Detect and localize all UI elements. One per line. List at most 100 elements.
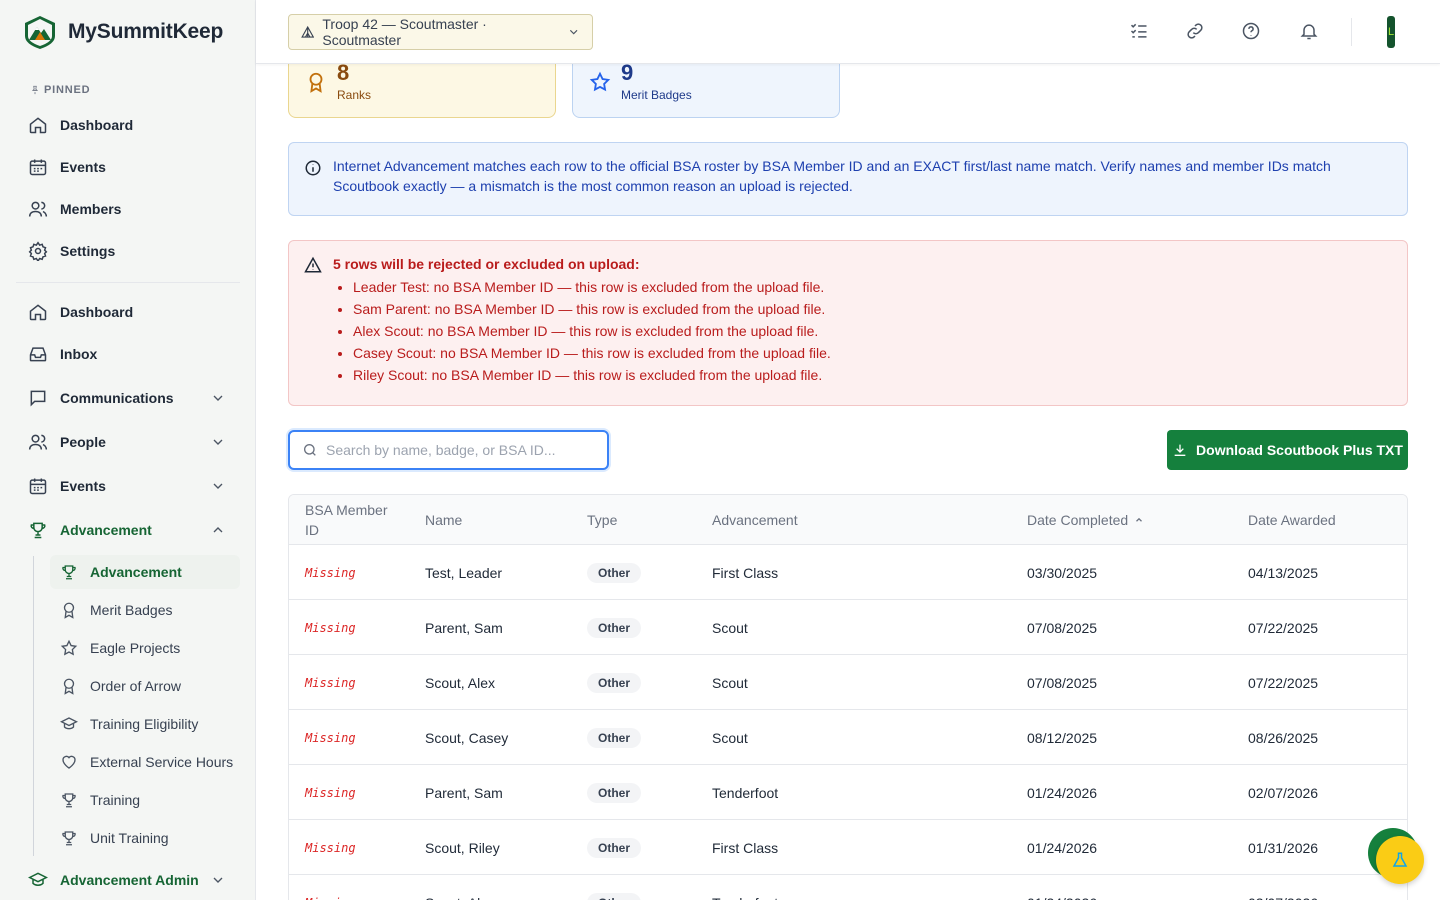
message-icon [28,388,48,408]
advancement-cell-text: First Class [712,839,779,856]
table-row[interactable]: Missing Scout, Alex Other Scout 07/08/2025 07… [289,655,1407,710]
trophy-icon [60,563,78,581]
advancement-cell: Scout [712,710,748,765]
col-advancement[interactable]: Advancement [712,495,798,545]
chevron-down-icon [213,395,223,401]
type-cell: Other [587,820,642,875]
graduation-cap-icon [28,870,48,890]
col-name[interactable]: Name [425,495,462,545]
avatar[interactable]: L [1387,16,1395,48]
table-header: BSA Member ID Name Type Advancement Date… [289,495,1407,545]
date-completed-cell-text: 07/08/2025 [1027,619,1098,636]
download-icon [1174,444,1186,456]
help-icon[interactable] [1240,20,1262,42]
subnav-eagle-projects[interactable]: Eagle Projects [50,631,240,665]
link-icon[interactable] [1184,20,1206,42]
col-date-completed[interactable]: Date Completed [1027,495,1144,545]
bell-icon[interactable] [1298,20,1320,42]
table-row[interactable]: Missing Parent, Sam Other Scout 07/08/2025 07… [289,600,1407,655]
calendar-icon [28,476,48,496]
table-row[interactable]: Missing Scout, Alex Other Tenderfoot 01/24/2… [289,875,1407,900]
date-completed-cell: 07/08/2025 [1027,600,1097,655]
brand[interactable]: MySummitKeep [22,14,223,50]
merit-badges-count: 9 [621,60,634,85]
advancement-cell-text: Scout [712,619,748,636]
trophy-icon [28,520,48,540]
advancement-cell: First Class [712,545,778,600]
advancement-cell-text: First Class [712,564,779,581]
subnav-training-eligibility[interactable]: Training Eligibility [50,707,240,741]
subnav-order-of-arrow[interactable]: Order of Arrow [50,669,240,703]
date-awarded-cell: 04/13/2025 [1248,545,1318,600]
col-bsa-member-id[interactable]: BSA Member ID [305,495,401,545]
sidebar-divider [16,282,240,283]
table-row[interactable]: Missing Parent, Sam Other Tenderfoot 01/24/2… [289,765,1407,820]
date-awarded-cell-text: 01/31/2026 [1248,839,1319,856]
feedback-fab-button[interactable] [1376,836,1424,884]
bsa-member-id-cell-text: Missing [305,840,356,855]
pinned-section-label: PINNED [30,84,90,96]
name-cell: Scout, Alex [425,875,495,900]
type-badge: Other [587,562,642,583]
table-row[interactable]: Missing Scout, Casey Other Scout 08/12/2025 0… [289,710,1407,765]
bsa-member-id-cell-text: Missing [305,896,356,900]
search-input[interactable] [326,442,596,458]
type-cell: Other [587,875,642,900]
nav-events[interactable]: Events [16,468,240,504]
advancement-cell: Scout [712,600,748,655]
subnav-training[interactable]: Training [50,783,240,817]
bsa-member-id-cell: Missing [305,655,356,710]
date-awarded-cell-text: 08/26/2025 [1248,729,1319,746]
advancement-cell-text: Tenderfoot [712,895,778,900]
warning-icon [304,256,322,273]
pinned-settings[interactable]: Settings [16,233,240,269]
pinned-members[interactable]: Members [16,191,240,227]
table-row[interactable]: Missing Scout, Riley Other First Class 01/24… [289,820,1407,875]
date-awarded-cell-text: 02/07/2026 [1248,895,1318,900]
sort-ascending-icon [1136,517,1143,522]
name-cell: Scout, Casey [425,710,508,765]
submenu-rail [33,556,34,856]
table-body: Missing Test, Leader Other First Class 03/30… [289,545,1407,900]
flask-icon [1392,852,1408,867]
rejection-title: 5 rows will be rejected or excluded on u… [333,256,640,272]
nav-inbox[interactable]: Inbox [16,336,240,372]
subnav-external-service-hours[interactable]: External Service Hours [50,745,240,779]
col-date-awarded[interactable]: Date Awarded [1248,495,1336,545]
nav-advancement-admin[interactable]: Advancement Admin [16,862,240,898]
checklist-icon[interactable] [1128,20,1150,42]
rejection-item: Casey Scout: no BSA Member ID — this row… [353,342,1391,364]
subnav-unit-training[interactable]: Unit Training [50,821,240,855]
award-icon [60,601,78,619]
info-icon [305,160,321,176]
name-cell-text: Scout, Casey [425,729,509,746]
nav-people[interactable]: People [16,424,240,460]
nav-advancement[interactable]: Advancement [16,512,240,548]
users-icon [28,432,48,452]
name-cell: Scout, Riley [425,820,500,875]
nav-communications[interactable]: Communications [16,380,240,416]
date-awarded-cell-text: 07/22/2025 [1248,619,1319,636]
table-row[interactable]: Missing Test, Leader Other First Class 03/30… [289,545,1407,600]
troop-selector[interactable]: Troop 42 — Scoutmaster · Scoutmaster [288,14,593,50]
date-completed-cell-text: 01/24/2026 [1027,839,1098,856]
pinned-dashboard[interactable]: Dashboard [16,107,240,143]
search-box[interactable] [288,430,609,470]
col-type[interactable]: Type [587,495,617,545]
home-icon [28,302,48,322]
date-completed-cell-text: 01/24/2026 [1027,895,1097,900]
subnav-merit-badges[interactable]: Merit Badges [50,593,240,627]
subnav-advancement[interactable]: Advancement [50,555,240,589]
main-content: 8 Ranks 9 Merit Badges Internet Advancem… [256,0,1440,900]
nav-dashboard[interactable]: Dashboard [16,294,240,330]
advancement-cell: First Class [712,820,778,875]
graduation-cap-icon [60,715,78,733]
date-completed-cell: 03/30/2025 [1027,545,1097,600]
date-awarded-cell: 01/31/2026 [1248,820,1318,875]
download-scoutbook-button[interactable]: Download Scoutbook Plus TXT [1167,430,1408,470]
name-cell-text: Test, Leader [425,564,503,581]
sidebar: MySummitKeep PINNED Dashboard Events Mem… [0,0,256,900]
pinned-events[interactable]: Events [16,149,240,185]
type-cell: Other [587,710,642,765]
ranks-label: Ranks [337,88,372,102]
